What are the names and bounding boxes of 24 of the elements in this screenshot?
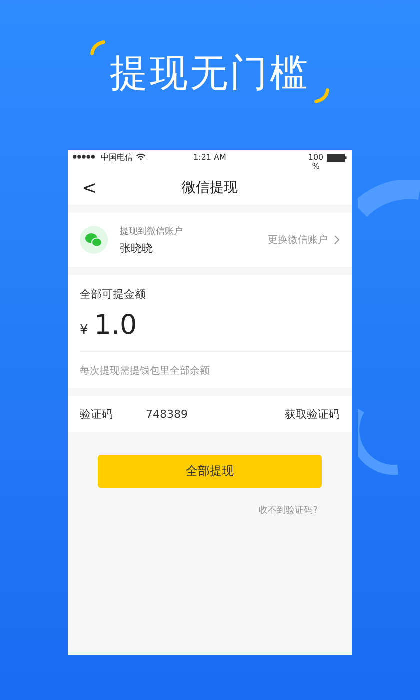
accent-mark-icon (314, 88, 330, 104)
battery-text: 100 % (308, 153, 324, 171)
wifi-icon (136, 153, 146, 161)
chevron-right-icon (334, 235, 340, 245)
code-label: 验证码 (80, 406, 114, 422)
nav-title: 微信提现 (182, 179, 238, 197)
carrier-name: 中国电信 (101, 153, 133, 162)
account-row[interactable]: 提现到微信账户 张晓晓 更换微信账户 (68, 213, 352, 267)
status-time: 1:21 AM (192, 153, 228, 162)
amount-note: 每次提现需提钱包里全部余额 (80, 364, 211, 378)
account-label: 提现到微信账户 (120, 226, 183, 238)
headline: 提现无门槛 (110, 50, 310, 97)
get-code-link[interactable]: 获取验证码 (285, 406, 340, 422)
currency-symbol: ¥ (80, 323, 88, 338)
account-name: 张晓晓 (120, 240, 154, 256)
chat-bubbles-icon (80, 226, 108, 254)
withdraw-all-button[interactable]: 全部提现 (98, 455, 322, 488)
amount-label: 全部可提金额 (80, 287, 147, 302)
accent-mark-icon (90, 40, 106, 56)
signal-icon (73, 155, 95, 159)
back-button[interactable]: < (78, 178, 102, 198)
battery-icon (327, 154, 347, 162)
code-input[interactable]: 748389 (146, 408, 226, 420)
amount-value: 1.0 (94, 310, 138, 341)
